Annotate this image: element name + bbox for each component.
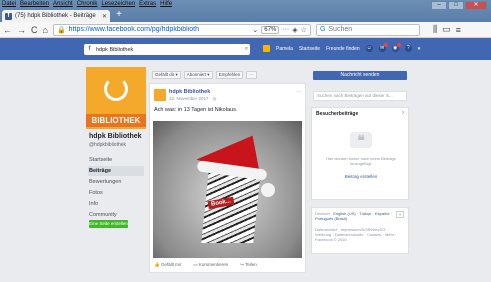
facebook-favicon-icon: f [5,12,12,20]
window-controls: – □ ✕ [431,1,487,10]
share-page-button[interactable]: Empfehlen [215,71,244,79]
more-actions-button[interactable]: ··· [246,71,257,79]
sidebar-item-info[interactable]: Info [88,199,144,209]
sidebar-item-beitraege[interactable]: Beiträge [88,166,144,176]
facebook-nav: Pamela Startseite Freunde finden ☺ ✉ ◉ ?… [263,43,421,52]
profile-picture-label: BIBLIOTHEK [86,114,146,127]
search-placeholder: Suchen [328,26,353,33]
nav-find-friends[interactable]: Freunde finden [326,46,360,52]
post-menu-icon[interactable]: ··· [296,89,301,95]
page-handle: @hdpkbibliothek [89,142,127,148]
page-profile-picture[interactable]: BIBLIOTHEK [86,67,146,129]
browser-tab[interactable]: f (75) hdpk Bibliothek - Beiträge ✕ [2,10,110,22]
post-actions: 👍 Gefällt mir ▭ Kommentieren ↪ Teilen [154,262,257,268]
bookmark-star-icon[interactable]: ☆ [301,26,307,34]
facebook-search-input[interactable]: f hdpk Bibliothek ⌕ [84,44,250,55]
home-icon[interactable]: ⌂ [43,25,48,35]
library-icon[interactable]: ⫼ [433,24,437,35]
page-actions-icon[interactable]: ··· [282,26,289,33]
window-titlebar: Datei Bearbeiten Ansicht Chronik Lesezei… [0,0,491,22]
search-engine-icon: G [319,26,326,33]
page-action-row: Gefällt dir ▾ Abonniert ▾ Empfehlen ··· [152,71,257,79]
profile-avatar[interactable] [263,45,270,52]
post-text: Ach was: in 13 Tagen ist Nikolaus. [154,107,238,113]
sidebar-item-startseite[interactable]: Startseite [88,155,144,165]
back-icon[interactable]: ← [3,25,12,35]
minimize-button[interactable]: – [431,1,447,10]
sidebar-icon[interactable]: ▭ [442,24,451,35]
follow-button[interactable]: Abonniert ▾ [183,71,213,79]
language-card: Deutsch · English (US) · Türkçe · Españo… [311,207,409,254]
help-icon[interactable]: ? [404,45,412,52]
nav-profile-name[interactable]: Pamela [276,46,293,52]
post-photo[interactable]: Book... [153,121,302,258]
page-title[interactable]: hdpk Bibliothek [89,133,142,140]
close-window-button[interactable]: ✕ [465,1,487,10]
menu-datei[interactable]: Datei [2,1,16,9]
url-text[interactable]: https://www.facebook.com/pg/hdpkbiblioth [69,26,250,33]
tab-title: (75) hdpk Bibliothek - Beiträge [15,13,96,19]
comment-label: Kommentieren [198,262,229,267]
add-language-button[interactable]: + [396,211,404,218]
share-label: Teilen [245,262,257,267]
notifications-icon[interactable]: ◉ [391,43,401,52]
facebook-header: f hdpk Bibliothek ⌕ Pamela Startseite Fr… [0,38,491,60]
reload-icon[interactable]: C [31,25,38,35]
facebook-search-value: hdpk Bibliothek [96,46,134,53]
post-card: hdpk Bibliothek 22. November 2017 · ◎ ··… [149,83,306,273]
nav-home[interactable]: Startseite [299,46,320,52]
thumbs-up-icon: 👍 [154,262,161,267]
like-page-button[interactable]: Gefällt dir ▾ [152,71,181,79]
send-message-button[interactable]: Nachricht senden [313,71,407,80]
url-bar[interactable]: 🔒 https://www.facebook.com/pg/hdpkbiblio… [52,23,311,36]
messages-icon[interactable]: ✉ [378,43,388,52]
like-label: Gefällt mir [160,262,182,267]
santa-hat-pompom [261,183,275,197]
tab-close-icon[interactable]: ✕ [102,13,107,20]
create-page-button[interactable]: Eine Seite erstellen [89,220,128,228]
post-author-avatar[interactable] [154,89,166,101]
page-sidebar-nav: Startseite Beiträge Bewertungen Fotos In… [88,155,144,220]
account-menu-icon[interactable]: ▾ [418,46,421,52]
menu-bearbeiten[interactable]: Bearbeiten [20,1,49,9]
search-icon[interactable]: ⌕ [245,46,248,53]
lock-icon: 🔒 [56,26,66,34]
chevron-right-icon[interactable]: › [402,110,404,116]
facebook-logo-icon[interactable]: f [86,46,93,53]
menu-hilfe[interactable]: Hilfe [160,1,172,9]
maximize-button[interactable]: □ [448,1,464,10]
menu-chronik[interactable]: Chronik [77,1,98,9]
zoom-level[interactable]: 67% [261,25,280,34]
menu-bar: Datei Bearbeiten Ansicht Chronik Lesezei… [2,1,172,9]
menu-extras[interactable]: Extras [139,1,156,9]
sidebar-item-fotos[interactable]: Fotos [88,188,144,198]
write-post-link[interactable]: Beitrag erstellen [312,174,410,179]
navigation-toolbar: ← → C ⌂ 🔒 https://www.facebook.com/pg/hd… [0,22,491,38]
search-bar[interactable]: G Suchen [315,23,420,36]
pocket-icon[interactable]: ◈ [292,26,297,34]
like-button[interactable]: 👍 Gefällt mir [154,262,181,268]
menu-ansicht[interactable]: Ansicht [53,1,73,9]
friend-requests-icon[interactable]: ☺ [365,45,373,52]
visitor-posts-card: Besucherbeiträge › ❝ Hier wurden bisher … [311,107,409,200]
library-logo-icon [104,77,128,101]
visitor-posts-title: Besucherbeiträge [316,111,359,117]
footer-links[interactable]: Datenschutz · Impressum/AGB/NetzDG · Wer… [315,227,405,242]
share-button[interactable]: ↪ Teilen [240,262,257,268]
comment-button[interactable]: ▭ Kommentieren [193,262,228,268]
menu-lesezeichen[interactable]: Lesezeichen [101,1,135,9]
page-posts-search-input[interactable]: Suchen nach Beiträgen auf dieser S... [313,91,407,101]
visitor-posts-empty-text: Hier wurden bisher noch keine Beiträge h… [325,156,397,166]
sidebar-item-community[interactable]: Community [88,210,144,220]
chevron-down-icon[interactable]: ⌄ [252,26,258,34]
sidebar-item-bewertungen[interactable]: Bewertungen [88,177,144,187]
quote-icon: ❝ [350,132,372,148]
forward-icon[interactable]: → [17,25,26,35]
hamburger-menu-icon[interactable]: ≡ [456,25,461,35]
post-date[interactable]: 22. November 2017 · ◎ [169,96,216,102]
post-author[interactable]: hdpk Bibliothek [169,89,210,95]
new-tab-button[interactable]: + [113,10,125,21]
